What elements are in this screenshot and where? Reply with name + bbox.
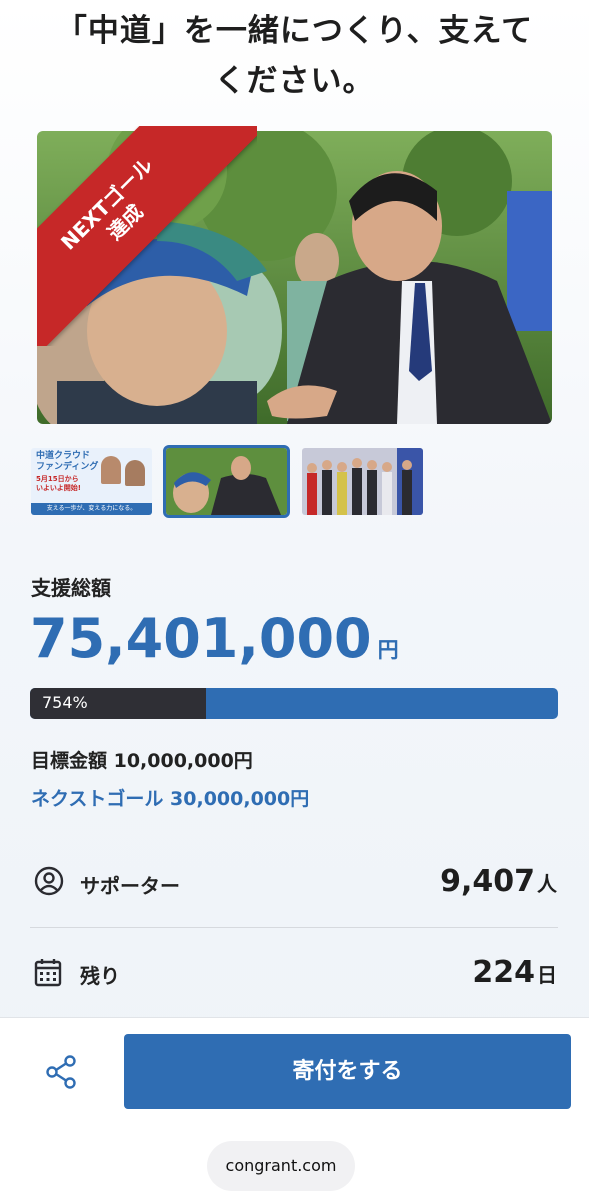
thumb-date-2: いよいよ開始! (36, 484, 81, 492)
thumb-photo-2 (166, 448, 287, 515)
next-goal-amount: ネクストゴール 30,000,000円 (31, 788, 310, 810)
ribbon-line-1: NEXTゴール (56, 153, 158, 255)
thumbnail-1[interactable]: 中道クラウド ファンディング 5月15日から いよいよ開始! 支える一歩が、変え… (31, 448, 152, 515)
remaining-unit: 日 (537, 963, 557, 987)
thumb-person-2 (125, 460, 145, 486)
supporters-label: サポーター (80, 874, 180, 898)
thumb-person-1 (101, 456, 121, 484)
total-amount: 75,401,000 円 (30, 607, 399, 670)
thumb-footer: 支える一歩が、変える力になる。 (31, 503, 152, 515)
title-line-1: 「中道」を一緒につくり、支えて (55, 13, 534, 49)
amount-currency: 円 (377, 638, 399, 662)
ribbon-banner: NEXTゴール 達成 (37, 126, 257, 346)
achievement-ribbon: NEXTゴール 達成 (37, 126, 257, 346)
thumb-heading-1: 中道クラウド (36, 451, 91, 461)
user-circle-icon (34, 866, 64, 896)
supporters-unit: 人 (537, 872, 557, 896)
donate-button[interactable]: 寄付をする (124, 1034, 571, 1109)
remaining-value: 224 (472, 955, 535, 990)
page-title: 「中道」を一緒につくり、支えて ください。 (0, 6, 589, 106)
divider (30, 927, 558, 928)
total-label: 支援総額 (31, 576, 111, 600)
share-icon[interactable] (44, 1054, 80, 1090)
goal-amount: 目標金額 10,000,000円 (31, 750, 253, 772)
thumbnail-2[interactable] (163, 445, 290, 518)
domain-pill[interactable]: congrant.com (207, 1141, 355, 1191)
supporters-count: 9,407 人 (440, 864, 557, 899)
remaining-label: 残り (80, 964, 120, 988)
thumb-photo-3 (302, 448, 423, 515)
remaining-days: 224 日 (472, 955, 557, 990)
title-line-2: ください。 (214, 63, 375, 99)
thumb-date: 5月15日から (36, 475, 79, 483)
calendar-icon (34, 959, 62, 987)
thumb-heading-2: ファンディング (36, 462, 99, 472)
progress-label: 754% (42, 693, 88, 712)
amount-value: 75,401,000 (30, 607, 372, 670)
progress-bar: 754% (30, 688, 558, 719)
supporters-value: 9,407 (440, 864, 535, 899)
thumbnail-3[interactable] (302, 448, 423, 515)
